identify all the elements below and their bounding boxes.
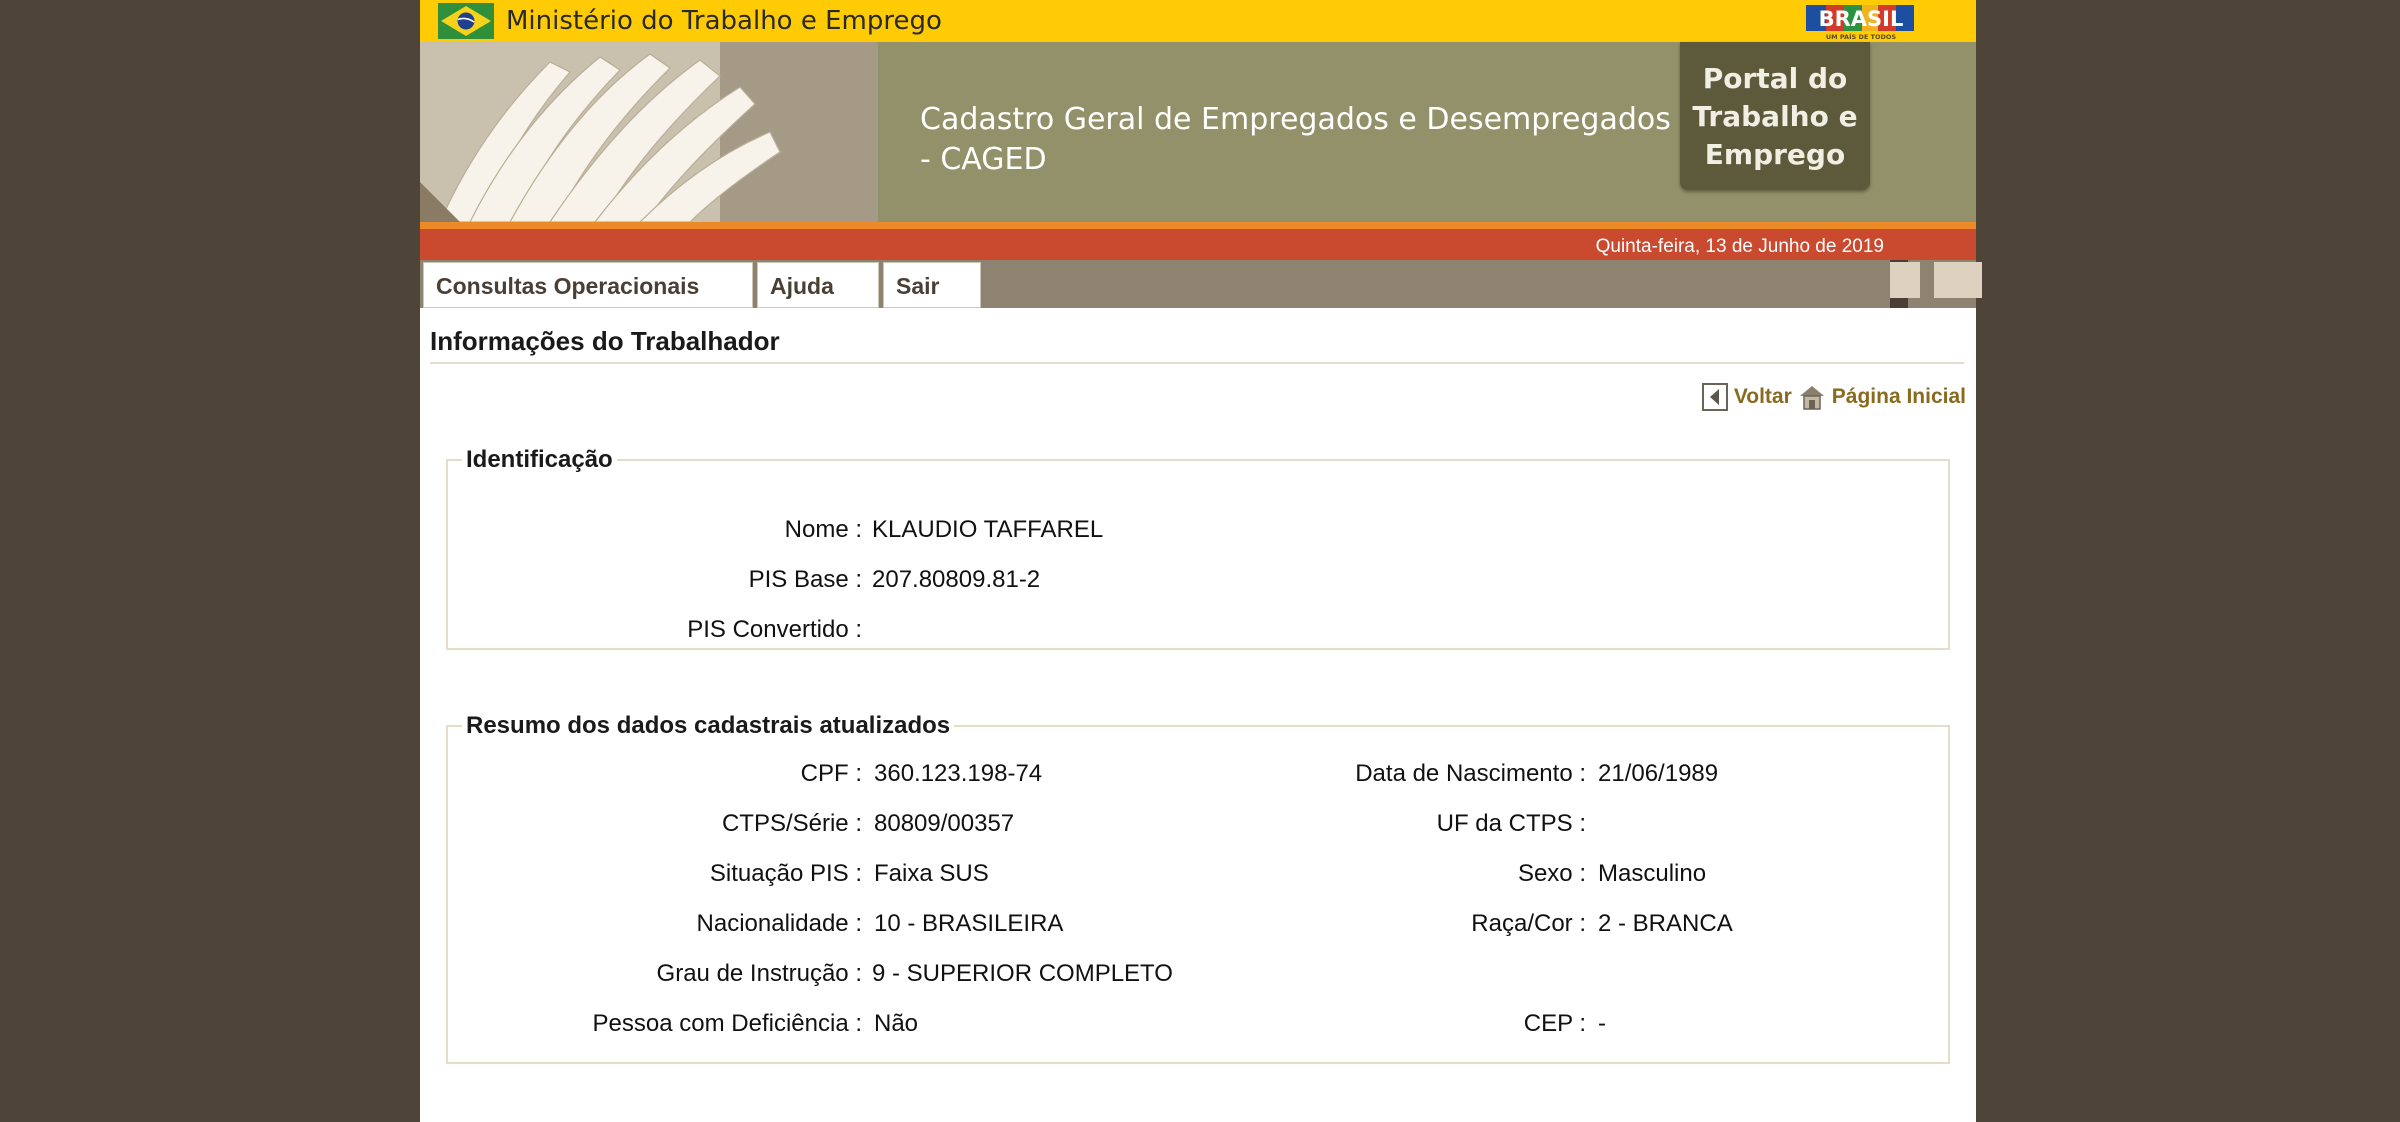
field-row-pis-convertido: PIS Convertido : (448, 616, 862, 648)
field-label: UF da CTPS : (1436, 810, 1586, 837)
field-value-pis-convertido (862, 616, 1562, 648)
field-row-nacionalidade: Nacionalidade : (448, 910, 862, 942)
field-row-raca-cor: Raça/Cor : (1248, 910, 1586, 942)
ministry-title: Ministério do Trabalho e Emprego (506, 6, 942, 36)
resumo-legend: Resumo dos dados cadastrais atualizados (466, 712, 951, 739)
field-label: Grau de Instrução : (656, 960, 862, 987)
field-row-ctps-serie: CTPS/Série : (448, 810, 862, 842)
field-value: 9 - SUPERIOR COMPLETO (872, 960, 1173, 987)
title-divider (430, 362, 1964, 364)
field-value: Faixa SUS (874, 860, 989, 887)
field-row-pis-base: PIS Base : (448, 566, 862, 598)
field-row-nome: Nome : (448, 516, 862, 548)
portal-label-line-3: Emprego (1704, 138, 1846, 171)
government-bar: Ministério do Trabalho e Emprego BRASIL … (420, 0, 1976, 42)
page: Ministério do Trabalho e Emprego BRASIL … (420, 0, 1982, 1122)
field-label: Data de Nascimento : (1355, 760, 1586, 787)
field-row-uf-ctps: UF da CTPS : (1248, 810, 1586, 842)
field-value: 2 - BRANCA (1598, 910, 1733, 937)
field-value-ctps-serie: 80809/00357 (862, 810, 1262, 842)
home-link-label: Página Inicial (1831, 385, 1966, 408)
field-value: 207.80809.81-2 (872, 566, 1041, 593)
portal-label-line-2: Trabalho e (1692, 100, 1858, 133)
field-value-grau-instrucao: 9 - SUPERIOR COMPLETO (862, 960, 1262, 992)
field-value-cep: - (1586, 1010, 1926, 1042)
field-value-uf-ctps (1586, 810, 1926, 842)
field-label: CEP : (1523, 1010, 1586, 1037)
field-row-cep: CEP : (1248, 1010, 1586, 1042)
portal-box: Portal do Trabalho e Emprego (1680, 42, 1870, 190)
home-link[interactable]: Página Inicial (1798, 383, 1966, 411)
identificacao-panel: Identificação Nome : KLAUDIO TAFFAREL PI… (446, 446, 1950, 650)
field-value: KLAUDIO TAFFAREL (872, 516, 1104, 543)
brasil-logo-text: BRASIL (1819, 7, 1904, 31)
field-row-cpf: CPF : (448, 760, 862, 792)
date-bar: Quinta-feira, 13 de Junho de 2019 (420, 222, 1976, 260)
back-arrow-icon (1701, 383, 1728, 411)
field-value-cpf: 360.123.198-74 (862, 760, 1262, 792)
back-link-label: Voltar (1733, 385, 1792, 408)
portal-label: Portal do Trabalho e Emprego (1680, 60, 1870, 174)
field-value: Não (874, 1010, 919, 1037)
field-label: Raça/Cor : (1471, 910, 1586, 937)
menu-item-consultas-operacionais[interactable]: Consultas Operacionais (423, 262, 753, 308)
field-label: Sexo : (1517, 860, 1586, 887)
field-row-situacao-pis: Situação PIS : (448, 860, 862, 892)
field-value-sexo: Masculino (1586, 860, 1926, 892)
brasil-logo: BRASIL UM PAÍS DE TODOS (1806, 5, 1914, 41)
resumo-panel: Resumo dos dados cadastrais atualizados … (446, 712, 1950, 1064)
current-date: Quinta-feira, 13 de Junho de 2019 (1595, 236, 1884, 257)
brazil-flag-icon (438, 3, 494, 39)
banner: Cadastro Geral de Empregados e Desempreg… (420, 42, 1976, 222)
field-label: Nacionalidade : (696, 910, 862, 937)
menu-item-sair[interactable]: Sair (883, 262, 981, 308)
field-value: 21/06/1989 (1598, 760, 1719, 787)
menu-tab-square (1934, 262, 1982, 298)
field-value-nome: KLAUDIO TAFFAREL (862, 516, 1562, 548)
system-title: Cadastro Geral de Empregados e Desempreg… (920, 102, 1671, 177)
field-label: PIS Convertido : (687, 616, 862, 643)
portal-label-line-1: Portal do (1702, 62, 1848, 95)
menu-item-ajuda[interactable]: Ajuda (757, 262, 879, 308)
field-value-pis-base: 207.80809.81-2 (862, 566, 1562, 598)
field-value: 10 - BRASILEIRA (874, 910, 1064, 937)
field-value-raca-cor: 2 - BRANCA (1586, 910, 1926, 942)
field-value-nacionalidade: 10 - BRASILEIRA (862, 910, 1262, 942)
nav-links: Voltar Página Inicial (1701, 380, 1966, 414)
field-label: CTPS/Série : (721, 810, 862, 837)
brasil-logo-slogan: UM PAÍS DE TODOS (1826, 32, 1897, 41)
field-label: Pessoa com Deficiência : (592, 1010, 862, 1037)
back-link[interactable]: Voltar (1701, 383, 1792, 411)
book-pages-image (420, 42, 878, 222)
field-label: Nome : (784, 516, 862, 543)
field-value-data-nascimento: 21/06/1989 (1586, 760, 1926, 792)
field-value: - (1598, 1010, 1606, 1037)
field-value-situacao-pis: Faixa SUS (862, 860, 1262, 892)
identificacao-legend: Identificação (466, 446, 613, 473)
page-title: Informações do Trabalhador (430, 326, 780, 356)
field-label: PIS Base : (748, 566, 862, 593)
menu-bar: Consultas Operacionais Ajuda Sair (420, 260, 1982, 308)
field-row-grau-instrucao: Grau de Instrução : (448, 960, 862, 992)
field-value: 80809/00357 (874, 810, 1015, 837)
field-row-data-nascimento: Data de Nascimento : (1248, 760, 1586, 792)
field-row-pessoa-deficiencia: Pessoa com Deficiência : (448, 1010, 862, 1042)
field-value: Masculino (1598, 860, 1707, 887)
field-row-sexo: Sexo : (1248, 860, 1586, 892)
field-value-pessoa-deficiencia: Não (862, 1010, 1262, 1042)
home-icon (1799, 386, 1824, 410)
field-label: CPF : (800, 760, 862, 787)
field-value: 360.123.198-74 (874, 760, 1043, 787)
field-label: Situação PIS : (709, 860, 862, 887)
menu-tab-square (1890, 262, 1920, 298)
